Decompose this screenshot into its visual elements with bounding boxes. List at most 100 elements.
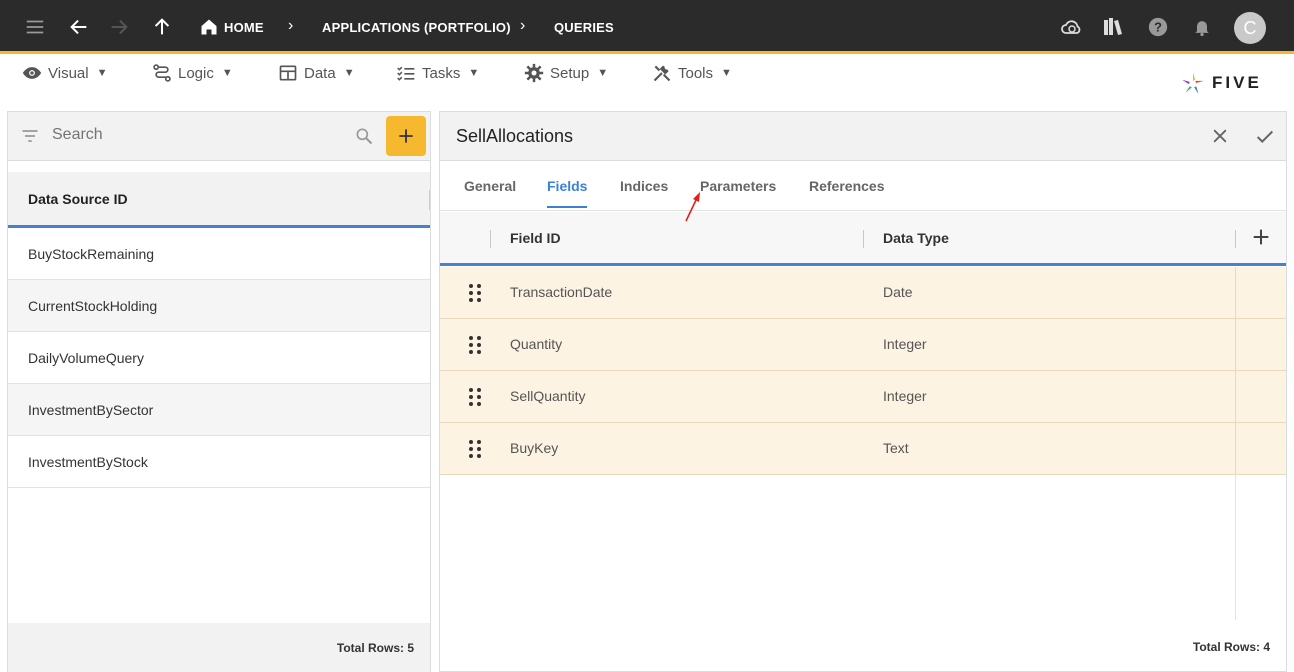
breadcrumb-queries[interactable]: QUERIES <box>554 20 614 35</box>
help-icon[interactable]: ? <box>1145 14 1171 40</box>
column-divider <box>429 190 430 210</box>
field-id-cell: Quantity <box>510 336 563 352</box>
user-avatar[interactable]: C <box>1234 12 1266 44</box>
menu-setup[interactable]: Setup ▼ <box>524 62 608 84</box>
fields-grid: TransactionDate Date Quantity Integer Se… <box>440 267 1286 475</box>
forward-arrow-icon[interactable] <box>106 14 132 40</box>
column-divider <box>1235 475 1236 620</box>
list-item[interactable]: CurrentStockHolding <box>8 280 430 332</box>
menu-tools-label: Tools <box>678 64 714 82</box>
table-icon <box>279 65 297 81</box>
drag-handle-icon[interactable] <box>468 439 482 462</box>
menu-data[interactable]: Data ▼ <box>278 62 355 84</box>
menu-tasks[interactable]: Tasks ▼ <box>396 62 479 84</box>
data-type-cell: Date <box>883 284 913 300</box>
menu-visual[interactable]: Visual ▼ <box>22 62 107 84</box>
column-divider <box>1235 319 1236 370</box>
drag-handle-icon[interactable] <box>468 335 482 358</box>
list-item[interactable]: DailyVolumeQuery <box>8 332 430 384</box>
hamburger-menu-icon[interactable] <box>22 14 48 40</box>
close-icon[interactable] <box>1210 126 1230 151</box>
menu-visual-label: Visual <box>48 64 89 82</box>
table-row[interactable]: BuyKey Text <box>440 423 1286 475</box>
save-check-icon[interactable] <box>1254 126 1276 153</box>
field-id-column-header[interactable]: Field ID <box>510 230 561 246</box>
data-type-cell: Integer <box>883 388 927 404</box>
column-divider <box>1235 371 1236 422</box>
tab-bar: General Fields Indices Parameters Refere… <box>440 162 1286 211</box>
menu-tasks-label: Tasks <box>422 64 461 82</box>
gear-icon <box>524 63 544 83</box>
record-detail-panel: SellAllocations General Fields Indices P… <box>439 111 1287 672</box>
table-row[interactable]: TransactionDate Date <box>440 267 1286 319</box>
search-icon[interactable] <box>354 126 374 151</box>
table-row[interactable]: SellQuantity Integer <box>440 371 1286 423</box>
notifications-bell-icon[interactable] <box>1189 14 1215 40</box>
annotation-arrow-icon <box>685 192 700 222</box>
plus-icon <box>399 129 413 143</box>
data-source-id-column-header[interactable]: Data Source ID <box>8 172 430 228</box>
field-id-cell: SellQuantity <box>510 388 586 404</box>
list-item[interactable]: InvestmentBySector <box>8 384 430 436</box>
add-field-plus-icon[interactable] <box>1250 226 1272 253</box>
logic-icon <box>153 64 171 82</box>
column-divider <box>1235 230 1236 248</box>
up-arrow-icon[interactable] <box>149 14 175 40</box>
tab-indices[interactable]: Indices <box>620 178 668 206</box>
tab-parameters[interactable]: Parameters <box>700 178 776 206</box>
data-source-list: BuyStockRemaining CurrentStockHolding Da… <box>8 228 430 488</box>
table-row[interactable]: Quantity Integer <box>440 319 1286 371</box>
tasks-icon <box>397 66 415 81</box>
field-id-cell: BuyKey <box>510 440 559 456</box>
column-divider <box>490 230 491 248</box>
caret-down-icon: ▼ <box>96 67 108 79</box>
caret-down-icon: ▼ <box>597 67 609 79</box>
list-item[interactable]: InvestmentByStock <box>8 436 430 488</box>
breadcrumb-applications[interactable]: APPLICATIONS (PORTFOLIO) <box>322 20 511 35</box>
tab-fields[interactable]: Fields <box>547 178 588 208</box>
caret-down-icon: ▼ <box>721 67 732 79</box>
add-button[interactable] <box>386 116 426 156</box>
back-arrow-icon[interactable] <box>66 14 92 40</box>
data-type-cell: Text <box>883 440 909 456</box>
logo-text: FIVE <box>1212 73 1262 92</box>
caret-down-icon: ▼ <box>468 67 480 79</box>
tools-icon <box>653 65 671 82</box>
menu-tools[interactable]: Tools ▼ <box>652 62 732 84</box>
tab-general[interactable]: General <box>464 178 516 206</box>
breadcrumb-separator-icon: › <box>520 17 526 34</box>
caret-down-icon: ▼ <box>221 67 233 79</box>
list-item[interactable]: BuyStockRemaining <box>8 228 430 280</box>
left-total-rows: Total Rows: 5 <box>8 623 430 672</box>
five-logo-mark-icon <box>1182 72 1204 94</box>
record-header: SellAllocations <box>440 112 1286 161</box>
filter-icon[interactable] <box>20 126 40 151</box>
tab-references[interactable]: References <box>809 178 885 206</box>
record-title: SellAllocations <box>456 126 574 146</box>
field-id-cell: TransactionDate <box>510 284 613 300</box>
library-books-icon[interactable] <box>1100 14 1126 40</box>
top-bar: HOME › APPLICATIONS (PORTFOLIO) › QUERIE… <box>0 0 1294 54</box>
column-divider <box>863 230 864 248</box>
cloud-sync-icon[interactable] <box>1058 14 1084 40</box>
drag-handle-icon[interactable] <box>468 387 482 410</box>
fields-grid-header: Field ID Data Type <box>440 212 1286 266</box>
breadcrumb-home[interactable]: HOME <box>224 20 264 35</box>
menu-logic-label: Logic <box>178 64 214 82</box>
data-type-column-header[interactable]: Data Type <box>883 230 949 246</box>
data-source-list-panel: Data Source ID BuyStockRemaining Current… <box>7 111 431 672</box>
five-logo: FIVE <box>1180 70 1262 96</box>
drag-handle-icon[interactable] <box>468 283 482 306</box>
search-input[interactable] <box>52 126 332 144</box>
menu-setup-label: Setup <box>550 64 590 82</box>
column-divider <box>1235 267 1236 318</box>
search-bar <box>8 112 430 161</box>
menu-logic[interactable]: Logic ▼ <box>152 62 233 84</box>
home-icon[interactable] <box>196 14 222 40</box>
column-header-label: Data Source ID <box>28 190 128 207</box>
column-divider <box>1235 423 1236 474</box>
data-type-cell: Integer <box>883 336 927 352</box>
caret-down-icon: ▼ <box>343 67 355 79</box>
svg-text:?: ? <box>1154 20 1162 35</box>
menu-data-label: Data <box>304 64 336 82</box>
